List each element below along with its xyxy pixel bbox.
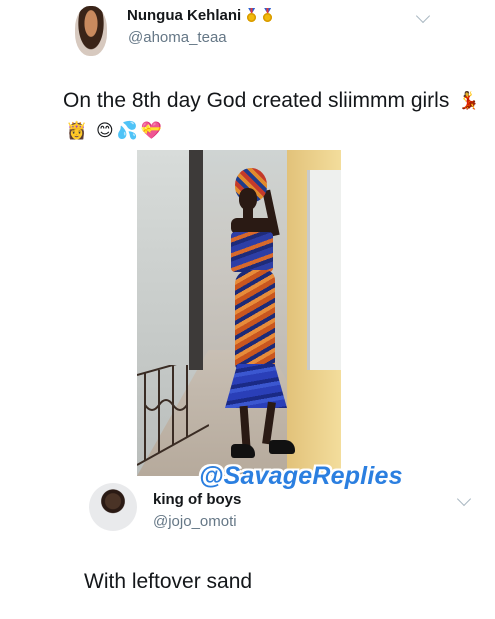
smiling-face-icon: 😊	[96, 121, 114, 140]
tweet-text-body: On the 8th day God created sliimmm girls	[63, 89, 450, 112]
chevron-down-icon[interactable]	[456, 491, 472, 507]
watermark: @SavageReplies	[199, 462, 403, 490]
author-handle[interactable]: @ahoma_teaa	[128, 29, 227, 46]
reply-avatar[interactable]	[89, 483, 137, 531]
author-name-text: Nungua Kehlani	[127, 7, 242, 24]
princess-icon: 👸	[66, 121, 88, 140]
tweet-photo[interactable]	[137, 150, 341, 476]
author-avatar[interactable]	[75, 6, 107, 56]
reply-author-handle[interactable]: @jojo_omoti	[153, 513, 237, 530]
tweet-text: On the 8th day God created sliimmm girls…	[63, 86, 483, 146]
reply-author-name[interactable]: king of boys	[153, 491, 241, 508]
author-name[interactable]: Nungua Kehlani	[127, 7, 273, 24]
dancer-icon: 💃	[458, 91, 480, 110]
railing	[137, 365, 209, 466]
heart-ribbon-icon: 💝	[140, 121, 163, 140]
reply-text: With leftover sand	[84, 570, 253, 593]
chevron-down-icon[interactable]	[415, 8, 431, 24]
medal-icon	[246, 8, 257, 22]
medal-icon	[262, 8, 273, 22]
sweat-droplets-icon: 💦	[116, 121, 138, 140]
